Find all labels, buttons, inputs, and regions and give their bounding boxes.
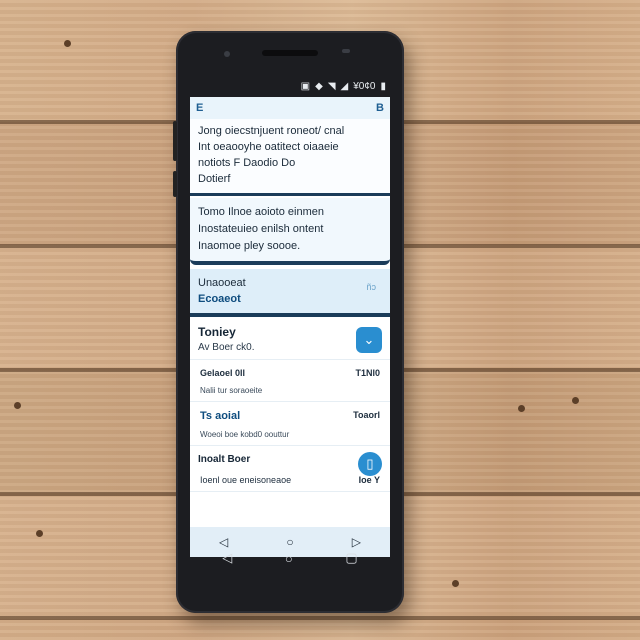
back-icon[interactable]: ◁ bbox=[219, 535, 228, 549]
message-card[interactable]: Tomo Ilnoe aoioto einmen Inostateuieo en… bbox=[190, 198, 390, 265]
row-left: Gelaoel 0ll bbox=[200, 368, 246, 378]
phone-screen: E B Jong oiecstnjuent roneot/ cnal Int o… bbox=[190, 97, 390, 557]
card-text-line: Tomo Ilnoe aoioto einmen bbox=[198, 206, 324, 218]
wood-knot bbox=[14, 402, 21, 409]
list-row: Ts aoial Toaorl bbox=[198, 410, 382, 422]
card-text-line: Ecoaeot bbox=[198, 293, 241, 305]
volume-button[interactable] bbox=[173, 121, 177, 161]
recent-apps-icon[interactable]: ▢ bbox=[345, 550, 357, 566]
earpiece-speaker bbox=[262, 50, 318, 56]
row-subtitle: Woeoi boe kobd0 oouttur bbox=[200, 430, 290, 439]
status-label: ¥0¢0 bbox=[353, 80, 376, 92]
item-list: Toniey Av Boer ck0. ⌄ Gelaoel 0ll T1Nl0 … bbox=[190, 317, 390, 492]
app-top-bar: E B bbox=[190, 97, 390, 119]
sensor-icon bbox=[342, 49, 350, 53]
card-text-line: Unaooeat bbox=[198, 277, 246, 289]
action-icon[interactable]: ▯ bbox=[358, 452, 382, 476]
card-text-line: Int oeaooyhe oatitect oiaaeie bbox=[198, 141, 339, 153]
back-icon[interactable]: ◁ bbox=[222, 550, 232, 566]
hardware-nav-bar: ◁ ○ ▢ bbox=[196, 548, 384, 568]
card-text-line: Inostateuieo enilsh ontent bbox=[198, 223, 324, 235]
wood-knot bbox=[518, 405, 525, 412]
row-subtitle: Nalii tur soraoeite bbox=[200, 386, 263, 395]
list-item[interactable]: Gelaoel 0ll T1Nl0 Nalii tur soraoeite bbox=[190, 360, 390, 402]
list-item-subtitle: Av Boer ck0. bbox=[198, 342, 255, 353]
card-mark: ñɔ bbox=[366, 282, 376, 292]
account-icon[interactable]: B bbox=[376, 102, 384, 114]
recent-apps-icon[interactable]: ▷ bbox=[352, 535, 361, 549]
chevron-down-icon[interactable]: ⌄ bbox=[356, 327, 382, 353]
row-right: Toaorl bbox=[353, 410, 380, 420]
wood-knot bbox=[452, 580, 459, 587]
row-left: Ts aoial bbox=[200, 410, 241, 422]
card-text-line: Jong oiecstnjuent roneot/ cnal bbox=[198, 125, 345, 137]
wood-knot bbox=[64, 40, 71, 47]
front-camera-icon bbox=[224, 51, 230, 57]
list-item[interactable]: Toniey Av Boer ck0. ⌄ bbox=[190, 317, 390, 360]
row-right: Ioe Y bbox=[358, 475, 380, 485]
menu-icon[interactable]: E bbox=[196, 102, 203, 114]
wood-knot bbox=[36, 530, 43, 537]
signal-icon: ◥ bbox=[327, 80, 336, 92]
wood-knot bbox=[572, 397, 579, 404]
list-item-title: Inoalt Boer bbox=[198, 454, 251, 465]
message-card[interactable]: Jong oiecstnjuent roneot/ cnal Int oeaoo… bbox=[190, 119, 390, 196]
home-icon[interactable]: ○ bbox=[285, 551, 293, 566]
card-text-line: Dotierf bbox=[198, 173, 231, 185]
home-icon[interactable]: ○ bbox=[286, 535, 293, 549]
cell-icon: ◢ bbox=[340, 80, 349, 92]
smartphone: ▣ ◆ ◥ ◢ ¥0¢0 ▮ E B Jong oiecstnjuent ron… bbox=[173, 31, 404, 613]
power-button[interactable] bbox=[173, 171, 177, 197]
list-row: Ioenl oue eneisoneaoe Ioe Y bbox=[198, 475, 382, 485]
list-item[interactable]: Inoalt Boer ▯ Ioenl oue eneisoneaoe Ioe … bbox=[190, 446, 390, 492]
list-row: Gelaoel 0ll T1Nl0 bbox=[198, 368, 382, 378]
highlight-card[interactable]: Unaooeat Ecoaeot ñɔ bbox=[190, 269, 390, 317]
row-right: T1Nl0 bbox=[355, 368, 380, 378]
card-text-line: Inaomoe pley soooe. bbox=[198, 240, 301, 252]
list-item[interactable]: Ts aoial Toaorl Woeoi boe kobd0 oouttur bbox=[190, 402, 390, 446]
list-item-title: Toniey bbox=[198, 325, 236, 339]
battery-icon: ▮ bbox=[380, 80, 386, 92]
sim-icon: ▣ bbox=[300, 80, 311, 92]
row-left: Ioenl oue eneisoneaoe bbox=[200, 475, 292, 485]
status-bar: ▣ ◆ ◥ ◢ ¥0¢0 ▮ bbox=[190, 77, 390, 95]
wifi-icon: ◆ bbox=[315, 80, 323, 92]
card-text-line: notiots F Daodio Do bbox=[198, 157, 296, 169]
